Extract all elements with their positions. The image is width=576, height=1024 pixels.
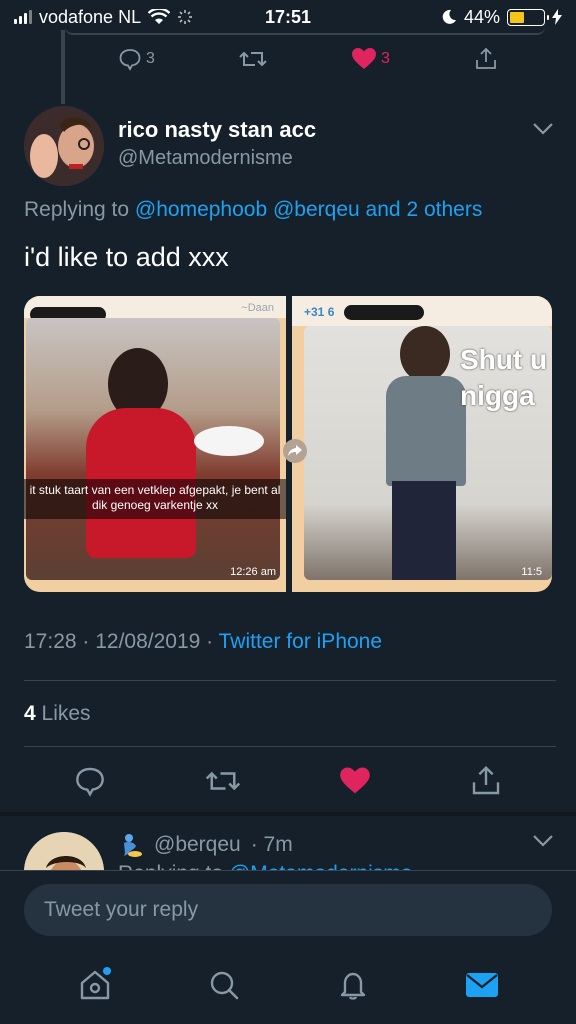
reply-icon (119, 49, 141, 71)
screenshot-header: +31 6 (292, 296, 552, 326)
bottom-tab-bar (0, 946, 576, 1024)
charging-icon (552, 9, 562, 25)
photo-detail (194, 426, 264, 456)
phone-number: +31 6 (304, 305, 335, 319)
prev-like-count: 3 (381, 50, 390, 67)
battery-icon (507, 8, 549, 26)
tweet-meta: 17:28 · 12/08/2019 · Twitter for iPhone (24, 630, 382, 654)
replying-others[interactable]: 2 others (406, 198, 482, 221)
reply-age: · 7m (250, 833, 293, 856)
thread-line (61, 30, 65, 104)
reply-icon[interactable] (74, 765, 106, 797)
redacted-number (344, 305, 424, 320)
prev-like-button[interactable]: 3 (351, 47, 390, 71)
home-notification-dot (102, 967, 111, 975)
overlay-line-1: Shut u (460, 344, 548, 375)
search-icon (210, 971, 238, 1000)
share-icon[interactable] (470, 765, 502, 797)
prev-reply-button[interactable]: 3 (118, 47, 155, 71)
image-caption: it stuk taart van een vetklep afgepakt, … (24, 479, 286, 519)
overlay-line-2: nigga (460, 380, 535, 411)
carrier-label: vodafone NL (39, 6, 142, 27)
retweet-icon (239, 51, 267, 67)
wifi-icon (148, 9, 171, 24)
prev-share-button[interactable] (474, 47, 498, 71)
tweet-source[interactable]: Twitter for iPhone (219, 630, 382, 653)
section-separator (0, 812, 576, 816)
tweet-timestamp: 17:28 · 12/08/2019 · (24, 630, 214, 653)
photo-detail (400, 326, 450, 382)
sender-name: ~Daan (241, 302, 274, 314)
divider (24, 680, 556, 681)
tab-notifications[interactable] (323, 955, 383, 1015)
share-icon (476, 47, 496, 69)
heart-filled-icon[interactable] (339, 766, 371, 796)
tab-search[interactable] (194, 955, 254, 1015)
previous-tweet-actions: 3 3 (118, 44, 498, 74)
author-handle[interactable]: @Metamodernisme (118, 147, 316, 170)
replying-to: Replying to @homephoob @berqeu and 2 oth… (24, 198, 482, 222)
media-image-left[interactable]: ~Daan it stuk taart van een vetklep afge… (24, 296, 286, 592)
image-time: 11:5 (521, 566, 542, 578)
prev-reply-count: 3 (146, 50, 155, 67)
chevron-down-icon[interactable] (532, 834, 554, 848)
chevron-down-icon[interactable] (532, 122, 554, 136)
image-time: 12:26 am (230, 566, 276, 578)
reply-header: @berqeu · 7m (118, 832, 293, 858)
author-block: rico nasty stan acc @Metamodernisme (118, 117, 316, 170)
reply-composer-bar: Tweet your reply (0, 870, 576, 946)
overlay-text: Shut u nigga (460, 342, 547, 414)
tweet-media[interactable]: ~Daan it stuk taart van een vetklep afge… (24, 296, 552, 592)
likes-stat[interactable]: 4 Likes (24, 702, 91, 726)
likes-label: Likes (41, 702, 91, 725)
photo-detail (392, 481, 456, 580)
author-avatar[interactable] (24, 106, 104, 186)
screenshot-header: ~Daan (24, 296, 286, 322)
mail-icon (465, 973, 498, 997)
tab-messages[interactable] (452, 955, 512, 1015)
battery-percent: 44% (463, 6, 500, 27)
loading-spinner-icon (178, 10, 193, 24)
bell-icon (340, 972, 365, 1000)
tab-home[interactable] (65, 955, 125, 1015)
retweet-icon[interactable] (205, 766, 241, 796)
status-right: 44% (441, 7, 562, 28)
tweet-text: i'd like to add xxx (24, 242, 229, 272)
status-time: 17:51 (264, 6, 312, 27)
reply-handle[interactable]: @berqeu (154, 833, 241, 857)
replying-prefix: Replying to (24, 198, 130, 221)
photo-woman (26, 318, 280, 580)
status-left: vodafone NL (14, 7, 193, 28)
tweet-actions (74, 762, 502, 800)
likes-count: 4 (24, 702, 36, 725)
replying-users[interactable]: @homephoob @berqeu (135, 198, 360, 221)
avatar-image (24, 106, 104, 186)
divider (24, 746, 556, 747)
photo-boy: Shut u nigga (304, 326, 552, 580)
genie-emoji-icon (124, 834, 142, 857)
photo-detail (386, 376, 466, 486)
moon-icon (442, 9, 456, 24)
reply-input[interactable]: Tweet your reply (24, 884, 552, 936)
forward-icon (283, 439, 307, 463)
status-bar: vodafone NL 17:51 44% (0, 0, 576, 34)
signal-icon (14, 10, 32, 24)
battery-fill (510, 11, 525, 23)
replying-and[interactable]: and (366, 198, 401, 221)
author-name[interactable]: rico nasty stan acc (118, 117, 316, 143)
media-image-right[interactable]: +31 6 Shut u nigga 11:5 (292, 296, 552, 592)
prev-retweet-button[interactable] (239, 47, 267, 71)
heart-filled-icon (352, 48, 377, 69)
